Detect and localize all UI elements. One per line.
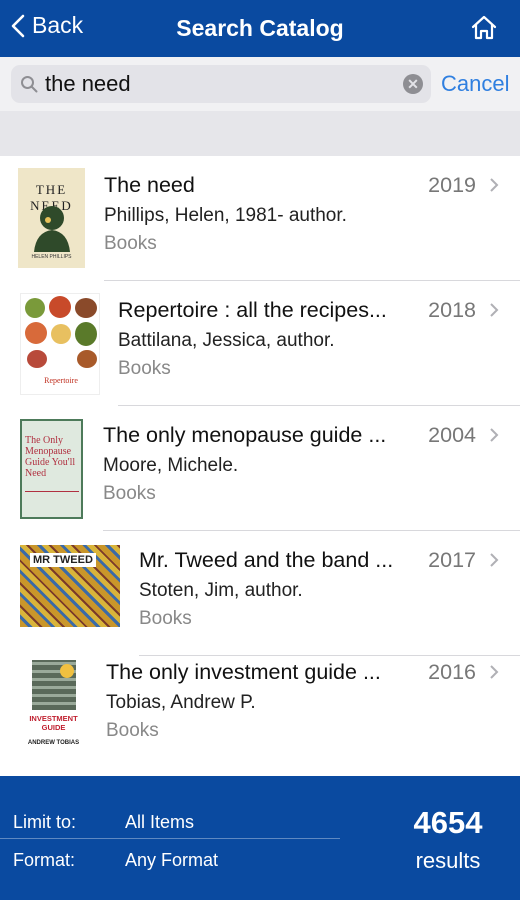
result-author: Phillips, Helen, 1981- author. [104,205,347,226]
result-year: 2016 [428,660,476,684]
result-row[interactable]: The Only Menopause Guide You'll Need The… [0,406,520,531]
result-title: The need [104,173,195,197]
result-format: Books [139,608,192,629]
result-format: Books [106,720,159,741]
home-icon[interactable] [470,14,498,42]
cover-title: Repertoire [44,376,78,385]
footer-divider [0,838,340,839]
limit-label: Limit to: [13,812,77,832]
result-author: Stoten, Jim, author. [139,580,303,601]
result-count: 4654 [413,805,483,840]
result-year: 2017 [428,548,476,572]
search-box[interactable]: ✕ [11,65,431,103]
cover-silhouette-icon [34,206,70,252]
clear-search-icon[interactable]: ✕ [403,74,423,94]
result-title: The only investment guide ... [106,660,381,684]
format-selector[interactable]: Any Format [125,850,218,871]
search-icon [21,76,38,93]
cover-title: INVESTMENT GUIDE [29,714,78,732]
results-label: results [415,848,481,873]
search-input[interactable] [45,69,395,99]
result-year: 2018 [428,298,476,322]
result-author: Moore, Michele. [103,455,239,476]
nav-bar: Back Search Catalog [0,0,520,57]
search-bar: ✕ Cancel [0,57,520,111]
cancel-button[interactable]: Cancel [441,71,509,97]
book-cover: The Only Menopause Guide You'll Need [20,419,83,519]
book-cover: Repertoire [20,293,100,395]
book-cover: MR TWEED [20,545,120,627]
limit-selector[interactable]: All Items [125,812,194,833]
book-cover: INVESTMENT GUIDE ANDREW TOBIAS [20,658,87,758]
cover-author: HELEN PHILLIPS [31,254,72,260]
result-row[interactable]: Repertoire Repertoire : all the recipes.… [0,281,520,406]
result-author: Battilana, Jessica, author. [118,330,335,351]
result-title: Repertoire : all the recipes... [118,298,387,322]
filter-footer: Limit to: All Items Format: Any Format 4… [0,776,520,900]
result-format: Books [118,358,171,379]
chevron-right-icon [490,665,499,679]
result-title: The only menopause guide ... [103,423,387,447]
section-spacer [0,111,520,156]
result-row[interactable]: INVESTMENT GUIDE ANDREW TOBIAS The only … [0,656,520,781]
result-format: Books [104,233,157,254]
chevron-right-icon [490,178,499,192]
result-author: Tobias, Andrew P. [106,692,256,713]
format-label: Format: [13,850,76,870]
cover-title: The Only Menopause Guide You'll Need [25,435,76,479]
chevron-right-icon [490,428,499,442]
results-list: THE NEED HELEN PHILLIPS The need 2019 Ph… [0,156,520,776]
book-cover: THE NEED HELEN PHILLIPS [18,168,85,268]
result-year: 2019 [428,173,476,197]
result-format: Books [103,483,156,504]
result-row[interactable]: MR TWEED Mr. Tweed and the band ... 2017… [0,531,520,656]
chevron-right-icon [490,553,499,567]
page-title: Search Catalog [176,15,344,41]
result-year: 2004 [428,423,476,447]
chevron-right-icon [490,303,499,317]
cover-author: ANDREW TOBIAS [27,740,80,746]
result-row[interactable]: THE NEED HELEN PHILLIPS The need 2019 Ph… [0,156,520,281]
result-title: Mr. Tweed and the band ... [139,548,394,572]
cover-title: MR TWEED [30,553,96,567]
